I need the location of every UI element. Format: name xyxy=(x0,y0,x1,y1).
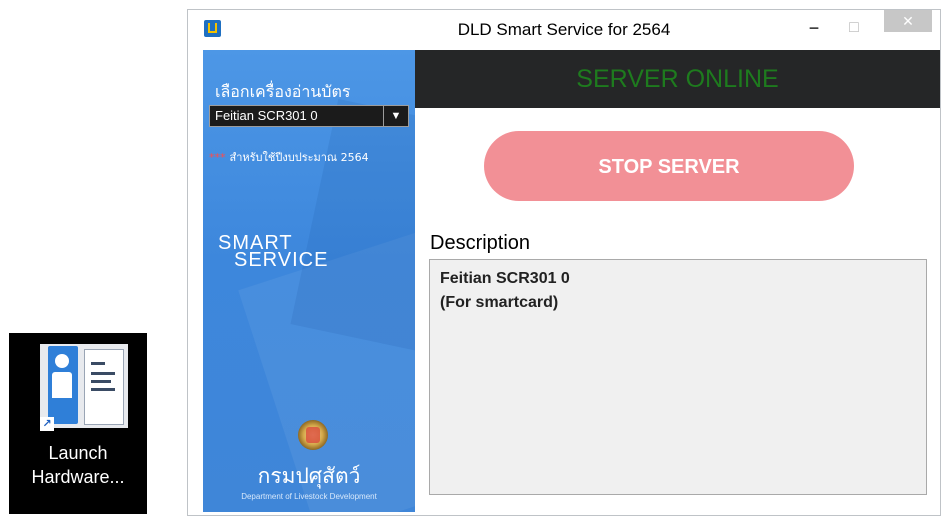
reader-select-value: Feitian SCR301 0 xyxy=(215,108,318,123)
shortcut-label-line2: Hardware... xyxy=(31,467,125,487)
server-status-bar: SERVER ONLINE xyxy=(415,50,940,108)
smart-service-logo: SMART SERVICE xyxy=(218,233,329,271)
description-line-2: (For smartcard) xyxy=(440,294,559,311)
description-line-1: Feitian SCR301 0 xyxy=(440,270,570,287)
note-text: สำหรับใช้ปีงบประมาณ 2564 xyxy=(229,151,369,164)
minimize-button[interactable]: − xyxy=(798,13,830,43)
shortcut-label-line1: Launch xyxy=(48,443,108,463)
close-button[interactable]: ✕ xyxy=(884,10,932,32)
description-box: Feitian SCR301 0 (For smartcard) xyxy=(429,259,927,495)
sidebar-background-decoration xyxy=(290,98,415,352)
reader-select-dropdown[interactable]: Feitian SCR301 0 ▼ xyxy=(209,105,409,127)
description-label: Description xyxy=(430,232,531,254)
chevron-down-icon[interactable]: ▼ xyxy=(383,106,408,126)
department-seal-icon xyxy=(298,420,328,450)
app-window: DLD Smart Service for 2564 − □ ✕ เลือกเค… xyxy=(187,9,941,516)
logo-line2: SERVICE xyxy=(234,249,329,271)
title-bar[interactable]: DLD Smart Service for 2564 − □ ✕ xyxy=(188,10,940,49)
stop-server-button[interactable]: STOP SERVER xyxy=(484,131,854,201)
launch-hardware-app-icon xyxy=(40,344,128,428)
shortcut-label: Launch Hardware... xyxy=(9,441,147,489)
reader-select-label: เลือกเครื่องอ่านบัตร xyxy=(215,82,351,101)
server-status-text: SERVER ONLINE xyxy=(576,65,779,93)
sidebar: เลือกเครื่องอ่านบัตร Feitian SCR301 0 ▼ … xyxy=(203,50,415,512)
maximize-button[interactable]: □ xyxy=(838,13,870,43)
department-name-thai: กรมปศุสัตว์ xyxy=(257,464,361,488)
note-stars: *** xyxy=(209,151,226,164)
desktop-shortcut-launch-hardware[interactable]: ↗ Launch Hardware... xyxy=(9,333,147,514)
department-name-english: Department of Livestock Development xyxy=(241,492,377,501)
shortcut-arrow-icon: ↗ xyxy=(40,417,54,431)
fiscal-year-note: *** สำหรับใช้ปีงบประมาณ 2564 xyxy=(209,148,369,166)
